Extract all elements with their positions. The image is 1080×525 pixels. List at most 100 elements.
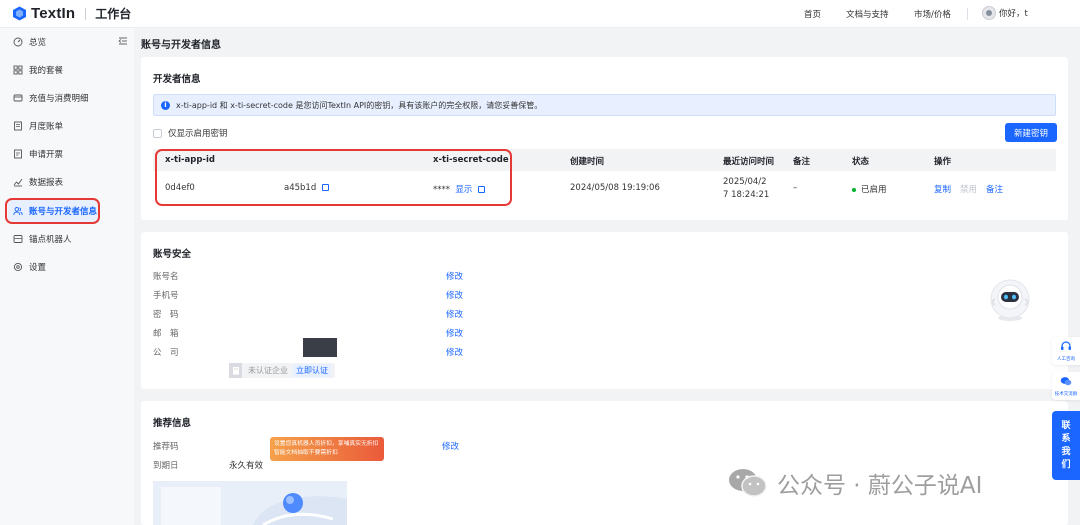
redacted-company-value [303,338,337,357]
bill-icon [12,121,23,132]
robot-assistant-icon[interactable] [987,276,1033,322]
chart-icon [12,177,23,188]
edit-phone-link[interactable]: 修改 [446,289,463,301]
sidebar-item-label: 充值与消费明细 [29,94,89,104]
wechat-icon [727,467,769,499]
building-icon [229,363,242,378]
disable-action-link[interactable]: 禁用 [960,183,977,195]
contact-char: 我 [1061,446,1071,457]
enabled-only-filter[interactable]: 仅显示启用密钥 [153,127,228,139]
company-label: 公 司 [153,348,179,358]
sidebar-item-reports[interactable]: 数据报表 [8,170,100,194]
certification-status: 未认证企业 [248,366,288,375]
page-title: 账号与开发者信息 [141,40,221,51]
phone-label: 手机号 [153,291,179,301]
sidebar-item-invoice[interactable]: 申请开票 [8,142,100,166]
tech-group-button[interactable]: 技术交流群 [1052,372,1080,400]
password-label: 密 码 [153,310,179,320]
nav-home-link[interactable]: 首页 [804,8,821,20]
sidebar-item-monthly-bill[interactable]: 月度账单 [8,114,100,138]
nav-docs-link[interactable]: 文档与支持 [846,8,889,20]
edit-referral-link[interactable]: 修改 [442,440,459,452]
customer-service-button[interactable]: 人工咨询 [1052,337,1080,365]
sidebar-item-label: 我的套餐 [29,66,64,76]
column-header: 最近访问时间 [723,157,775,167]
edit-password-link[interactable]: 修改 [446,308,463,320]
contact-char: 们 [1061,459,1071,470]
section-title: 推荐信息 [153,418,192,429]
sidebar-item-settings[interactable]: 设置 [8,255,100,279]
new-key-button[interactable]: 新建密钥 [1005,123,1057,142]
watermark-text: 公众号 · 蔚公子说AI [777,473,983,499]
sidebar-item-label: 设置 [29,263,47,273]
top-bar: TextIn 工作台 首页 文档与支持 市场/价格 你好，t [0,0,1080,28]
referral-code-label: 推荐码 [153,442,179,452]
last-access-line2: 7 18:24:21 [723,190,770,200]
copy-action-link[interactable]: 复制 [934,183,951,195]
user-greeting: 你好，t [999,9,1028,19]
user-menu[interactable]: 你好，t [982,6,1028,20]
column-header: 操作 [934,157,952,167]
certification-tag: 未认证企业 立即认证 [229,363,335,378]
expire-label: 到期日 [153,461,179,471]
dashboard-icon [12,37,23,48]
chat-icon [1060,376,1072,390]
contact-char: 联 [1061,420,1071,431]
column-header: 备注 [793,157,811,167]
sidebar-item-my-plan[interactable]: 我的套餐 [8,58,100,82]
watermark: 公众号 · 蔚公子说AI [727,466,982,500]
grid-icon [12,65,23,76]
logo-divider [85,7,87,20]
sidebar: 总览 我的套餐 充值与消费明细 月度账单 申请开票 数据报表 账号与开发者信息 … [0,28,134,525]
status-text: 已启用 [861,185,887,195]
highlight-frame [5,198,100,224]
customer-service-label: 人工咨询 [1057,356,1075,362]
contact-char: 系 [1061,433,1071,444]
created-time: 2024/05/08 19:19:06 [570,183,660,193]
workbench-title: 工作台 [95,7,132,21]
sidebar-item-label: 锚点机器人 [29,235,72,245]
edit-company-link[interactable]: 修改 [446,346,463,358]
column-header: 状态 [852,157,870,167]
alert-text: x-ti-app-id 和 x-ti-secret-code 是您访问TextI… [176,100,543,110]
last-access-line1: 2025/04/2 [723,177,767,187]
status-badge: 已启用 [852,183,887,195]
column-header: 创建时间 [570,157,605,167]
account-name-label: 账号名 [153,272,179,282]
logo[interactable]: TextIn 工作台 [12,5,131,22]
recharge-icon [12,93,23,104]
certify-now-link[interactable]: 立即认证 [293,364,331,377]
note-action-link[interactable]: 备注 [986,183,1003,195]
sidebar-item-label: 月度账单 [29,122,64,132]
headset-icon [1060,340,1072,355]
section-title: 开发者信息 [153,74,201,85]
sidebar-item-label: 总览 [29,38,47,48]
sidebar-item-overview[interactable]: 总览 [8,30,100,54]
tech-group-label: 技术交流群 [1054,391,1078,397]
textin-logo-icon [12,6,27,21]
nav-market-link[interactable]: 市场/价格 [914,8,951,20]
contact-us-button[interactable]: 联 系 我 们 [1052,411,1080,480]
status-dot [852,187,856,192]
tooltip-line: 智能文档抽取不要需折扣 [274,450,338,456]
section-title: 账号安全 [153,249,192,260]
key-warning-alert: i x-ti-app-id 和 x-ti-secret-code 是您访问Tex… [153,94,1056,116]
account-security-card: 账号安全 账号名 修改 手机号 修改 密 码 修改 邮 箱 修改 公 司 修改 … [141,232,1068,389]
edit-account-name-link[interactable]: 修改 [446,270,463,282]
edit-email-link[interactable]: 修改 [446,327,463,339]
avatar [982,6,996,20]
sidebar-item-label: 申请开票 [29,150,64,160]
checkbox-label: 仅显示启用密钥 [168,129,228,139]
tooltip-line: 设置您真机器人员折扣，享哺真实无折扣 [274,441,379,447]
gear-icon [12,262,23,273]
email-label: 邮 箱 [153,329,179,339]
promo-banner-image[interactable] [153,481,347,525]
sidebar-item-anchor-robot[interactable]: 锚点机器人 [8,227,100,251]
robot-icon [12,234,23,245]
discount-tooltip: 设置您真机器人员折扣，享哺真实无折扣 智能文档抽取不要需折扣 [270,437,384,461]
invoice-icon [12,149,23,160]
sidebar-item-label: 数据报表 [29,178,64,188]
sidebar-item-recharge[interactable]: 充值与消费明细 [8,86,100,110]
collapse-sidebar-icon[interactable] [118,36,128,46]
enabled-only-checkbox[interactable] [153,128,162,138]
